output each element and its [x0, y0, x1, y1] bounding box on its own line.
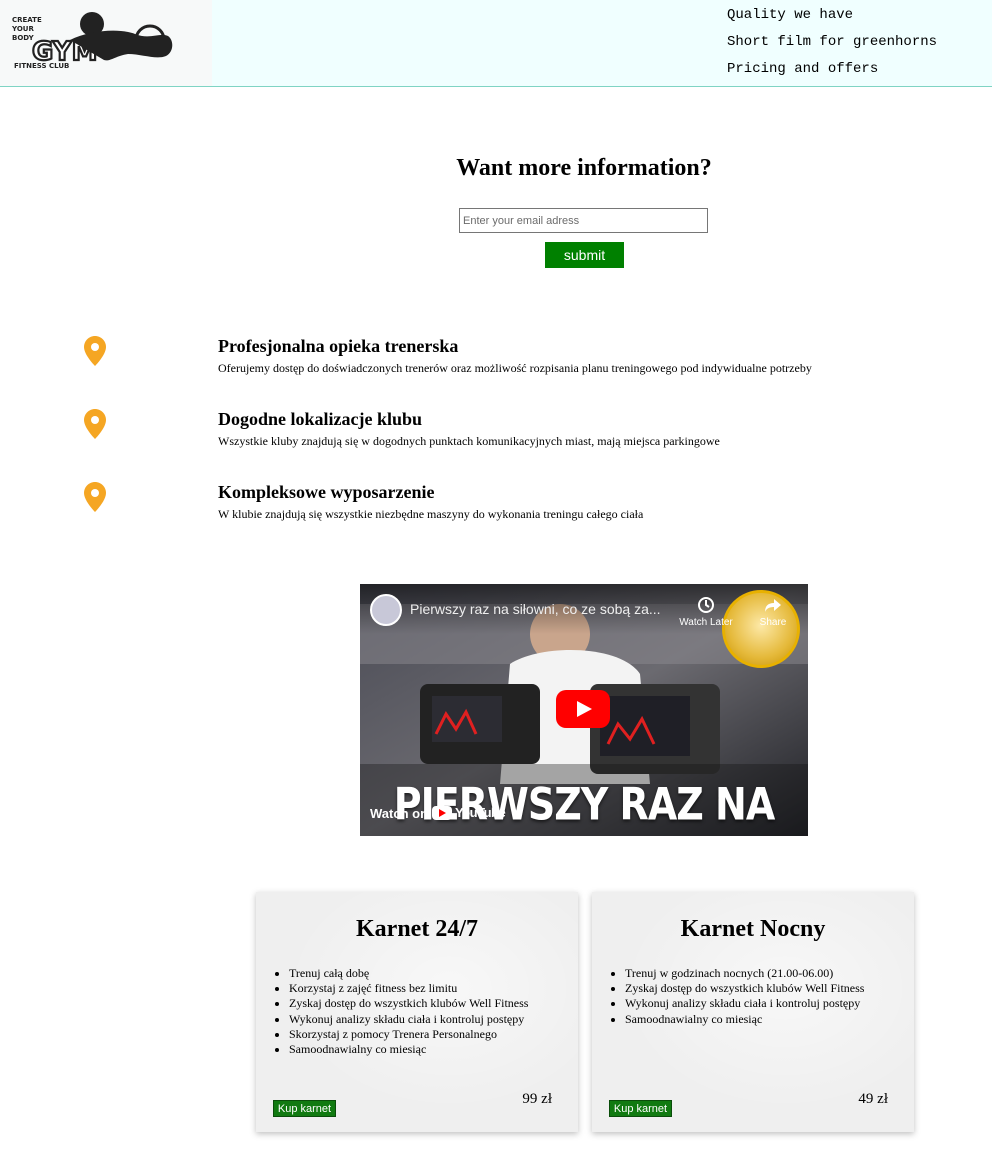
- buy-pass-button[interactable]: Kup karnet: [273, 1100, 336, 1117]
- share-icon: [765, 599, 781, 612]
- pricing-feature-list: Trenuj całą dobę Korzystaj z zajęć fitne…: [289, 966, 528, 1057]
- feature-title: Kompleksowe wyposarzenie: [218, 482, 435, 502]
- youtube-label[interactable]: YouTube: [455, 805, 506, 820]
- newsletter-title: Want more information?: [456, 155, 712, 181]
- list-item: Wykonuj analizy składu ciała i kontroluj…: [289, 1012, 528, 1027]
- pricing-card-title: Karnet 24/7: [356, 916, 478, 942]
- list-item: Samoodnawialny co miesiąc: [289, 1042, 528, 1057]
- feature-item-equipment: Kompleksowe wyposarzenie W klubie znajdu…: [0, 482, 992, 532]
- clock-icon: [698, 597, 714, 613]
- price-label: 99 zł: [522, 1091, 552, 1107]
- gym-logo-graphic: CREATE YOUR BODY GYM FITNESS CLUB: [11, 12, 173, 70]
- map-pin-icon: [84, 336, 106, 366]
- feature-description: Oferujemy dostęp do doświadczonych trene…: [218, 361, 812, 375]
- map-pin-icon: [84, 409, 106, 439]
- youtube-icon[interactable]: [432, 806, 452, 820]
- main-nav: Quality we have Short film for greenhorn…: [727, 6, 937, 87]
- list-item: Korzystaj z zajęć fitness bez limitu: [289, 981, 528, 996]
- buy-pass-button[interactable]: Kup karnet: [609, 1100, 672, 1117]
- list-item: Trenuj w godzinach nocnych (21.00-06.00): [625, 966, 864, 981]
- share-label: Share: [759, 617, 787, 628]
- site-header: CREATE YOUR BODY GYM FITNESS CLUB Qualit…: [0, 0, 992, 87]
- list-item: Zyskaj dostęp do wszystkich klubów Well …: [625, 981, 864, 996]
- feature-title: Dogodne lokalizacje klubu: [218, 409, 423, 429]
- watch-on-label[interactable]: Watch on: [370, 806, 428, 821]
- map-pin-icon: [84, 482, 106, 512]
- price-label: 49 zł: [858, 1091, 888, 1107]
- list-item: Zyskaj dostęp do wszystkich klubów Well …: [289, 996, 528, 1011]
- logo-tagline: FITNESS CLUB: [14, 62, 69, 70]
- list-item: Samoodnawialny co miesiąc: [625, 1012, 864, 1027]
- watch-later-button[interactable]: Watch Later: [676, 596, 736, 628]
- watch-later-label: Watch Later: [679, 617, 733, 628]
- feature-title: Profesjonalna opieka trenerska: [218, 336, 459, 356]
- pricing-card-night: Karnet Nocny Trenuj w godzinach nocnych …: [592, 892, 914, 1132]
- feature-item-trainers: Profesjonalna opieka trenerska Oferujemy…: [0, 336, 992, 386]
- video-title[interactable]: Pierwszy raz na siłowni, co ze sobą za..…: [410, 601, 670, 617]
- share-button[interactable]: Share: [748, 596, 798, 628]
- pricing-card-247: Karnet 24/7 Trenuj całą dobę Korzystaj z…: [256, 892, 578, 1132]
- logo-line2: YOUR: [11, 25, 34, 33]
- submit-button[interactable]: submit: [545, 242, 624, 268]
- email-field[interactable]: [459, 208, 708, 233]
- nav-link-pricing[interactable]: Pricing and offers: [727, 60, 937, 87]
- nav-link-quality[interactable]: Quality we have: [727, 6, 937, 33]
- logo-line1: CREATE: [12, 16, 42, 24]
- pricing-card-title: Karnet Nocny: [680, 916, 826, 942]
- list-item: Trenuj całą dobę: [289, 966, 528, 981]
- pricing-feature-list: Trenuj w godzinach nocnych (21.00-06.00)…: [625, 966, 864, 1027]
- play-button[interactable]: [556, 690, 610, 728]
- feature-description: Wszystkie kluby znajdują się w dogodnych…: [218, 434, 720, 448]
- nav-link-short-film[interactable]: Short film for greenhorns: [727, 33, 937, 60]
- gym-logo[interactable]: CREATE YOUR BODY GYM FITNESS CLUB: [0, 0, 212, 86]
- feature-description: W klubie znajdują się wszystkie niezbędn…: [218, 507, 644, 521]
- list-item: Wykonuj analizy składu ciała i kontroluj…: [625, 996, 864, 1011]
- channel-avatar[interactable]: [370, 594, 402, 626]
- youtube-video-embed[interactable]: Pierwszy raz na siłowni, co ze sobą za..…: [360, 584, 808, 836]
- feature-item-locations: Dogodne lokalizacje klubu Wszystkie klub…: [0, 409, 992, 459]
- list-item: Skorzystaj z pomocy Trenera Personalnego: [289, 1027, 528, 1042]
